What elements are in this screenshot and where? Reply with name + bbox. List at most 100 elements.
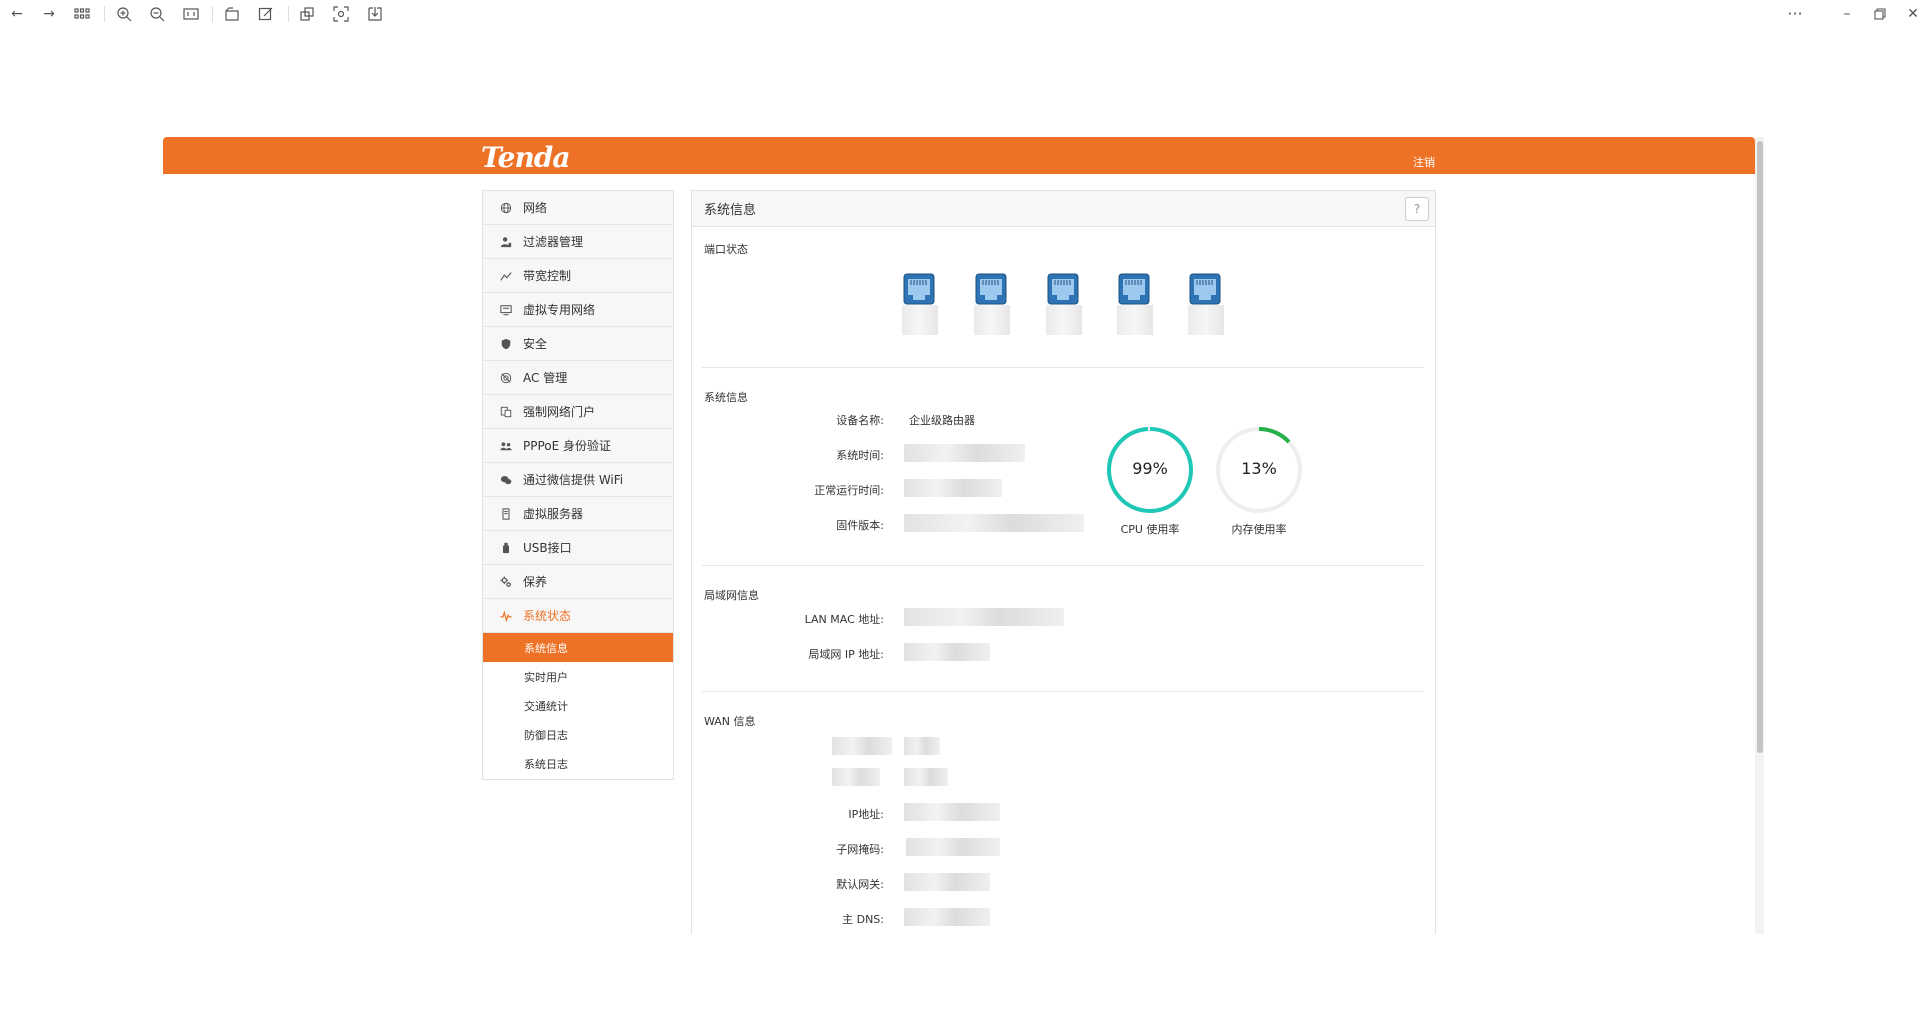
monitor-icon [499, 303, 513, 317]
lan-ip-value-redacted [904, 643, 990, 661]
default-gateway-value-redacted [904, 873, 990, 891]
uptime-label: 正常运行时间: [814, 484, 884, 497]
port-label-redacted [1117, 305, 1153, 335]
wan-status-value-redacted [904, 737, 940, 755]
primary-dns-label: 主 DNS: [842, 913, 884, 926]
user-filter-icon [499, 235, 513, 249]
usb-icon [499, 541, 513, 555]
device-name-value: 企业级路由器 [909, 414, 975, 427]
system-time-label: 系统时间: [836, 449, 884, 462]
sidebar-item-security[interactable]: 安全 [483, 327, 673, 361]
sidebar-item-system-status[interactable]: 系统状态 [483, 599, 673, 633]
submenu-item-system-info[interactable]: 系统信息 [483, 633, 673, 662]
submenu-item-realtime-users[interactable]: 实时用户 [483, 662, 673, 691]
sidebar-item-network[interactable]: 网络 [483, 191, 673, 225]
rotate-icon[interactable] [223, 6, 241, 22]
server-icon [499, 507, 513, 521]
sidebar-item-ac-management[interactable]: AC 管理 [483, 361, 673, 395]
lan-port [972, 273, 1010, 338]
scrollbar-thumb[interactable] [1757, 141, 1763, 753]
sidebar-item-virtual-server[interactable]: 虚拟服务器 [483, 497, 673, 531]
sidebar-item-usb[interactable]: USB接口 [483, 531, 673, 565]
grid-icon[interactable] [73, 6, 91, 22]
sidebar-item-pppoe[interactable]: PPPoE 身份验证 [483, 429, 673, 463]
sidebar-item-bandwidth[interactable]: 带宽控制 [483, 259, 673, 293]
ethernet-port-icon [903, 273, 935, 305]
sidebar-item-label: PPPoE 身份验证 [523, 439, 612, 453]
wan-port [1186, 273, 1224, 338]
lan-mac-value-redacted [904, 608, 1064, 626]
lan-info-title: 局域网信息 [704, 589, 759, 602]
device-name-label: 设备名称: [836, 414, 884, 427]
system-time-value-redacted [904, 444, 1025, 462]
shield-icon [499, 337, 513, 351]
pulse-icon [499, 609, 513, 623]
lan-mac-label: LAN MAC 地址: [804, 613, 884, 626]
sidebar-item-label: 虚拟服务器 [523, 507, 584, 521]
submenu-item-system-log[interactable]: 系统日志 [483, 749, 673, 778]
minimize-icon[interactable]: – [1838, 6, 1856, 22]
port-label-redacted [1046, 305, 1082, 335]
system-info-panel: 系统信息 ? 端口状态 系统信息 设备名称: 企业级路由器 系统时间: 正常运行… [691, 190, 1436, 934]
memory-usage-value: 13% [1241, 459, 1277, 478]
zoom-in-icon[interactable] [115, 6, 133, 22]
lan-port [1115, 273, 1153, 338]
crop-icon[interactable] [298, 6, 316, 22]
ac-icon [499, 371, 513, 385]
back-arrow-icon[interactable]: ← [8, 6, 26, 22]
submenu-system-status: 系统信息 实时用户 交通统计 防御日志 系统日志 [483, 633, 673, 778]
sidebar-item-vpn[interactable]: 虚拟专用网络 [483, 293, 673, 327]
toolbar-separator [104, 6, 105, 22]
toolbar-separator [288, 6, 289, 22]
submenu-item-defense-log[interactable]: 防御日志 [483, 720, 673, 749]
logout-link[interactable]: 注销 [1413, 154, 1435, 170]
firmware-label: 固件版本: [836, 519, 884, 532]
gear-icon [499, 575, 513, 589]
help-icon: ? [1413, 202, 1421, 216]
more-icon[interactable]: ··· [1786, 6, 1804, 22]
lan-port [1044, 273, 1082, 338]
ethernet-port-icon [1047, 273, 1079, 305]
sidebar: 网络 过滤器管理 带宽控制 虚拟专用网络 安全 AC 管理 强制网络门户 PPP… [482, 190, 674, 780]
uptime-value-redacted [904, 479, 1002, 497]
sidebar-item-filter[interactable]: 过滤器管理 [483, 225, 673, 259]
sidebar-item-label: USB接口 [523, 541, 572, 555]
toolbar-separator [212, 6, 213, 22]
save-icon[interactable] [366, 6, 384, 22]
forward-arrow-icon[interactable]: → [40, 6, 58, 22]
tenda-logo: Tenda [481, 141, 571, 174]
edit-icon[interactable] [257, 6, 275, 22]
page-title: 系统信息 [704, 203, 757, 218]
memory-usage-label: 内存使用率 [1231, 523, 1287, 536]
submenu-item-traffic-stats[interactable]: 交通统计 [483, 691, 673, 720]
sidebar-item-label: 带宽控制 [523, 269, 572, 283]
sidebar-item-label: 保养 [523, 575, 548, 589]
sidebar-item-wechat-wifi[interactable]: 通过微信提供 WiFi [483, 463, 673, 497]
sidebar-item-label: 安全 [523, 337, 548, 351]
help-button[interactable]: ? [1405, 197, 1429, 221]
pppoe-icon [499, 439, 513, 453]
sidebar-item-captive-portal[interactable]: 强制网络门户 [483, 395, 673, 429]
zoom-out-icon[interactable] [148, 6, 166, 22]
scan-icon[interactable] [332, 6, 350, 22]
port-label-redacted [902, 305, 938, 335]
port-label-redacted [974, 305, 1010, 335]
ethernet-port-icon [975, 273, 1007, 305]
lan-ip-label: 局域网 IP 地址: [808, 648, 884, 661]
sidebar-item-label: 过滤器管理 [523, 235, 584, 249]
port-label-redacted [1188, 305, 1224, 335]
wan-ip-label: IP地址: [848, 808, 884, 821]
ethernet-port-icon [1118, 273, 1150, 305]
top-bar: Tenda 注销 [163, 137, 1755, 174]
sidebar-item-label: 虚拟专用网络 [523, 303, 596, 317]
sidebar-item-label: AC 管理 [523, 371, 568, 385]
restore-icon[interactable] [1871, 6, 1889, 22]
sidebar-item-label: 强制网络门户 [523, 405, 596, 419]
sidebar-item-maintenance[interactable]: 保养 [483, 565, 673, 599]
close-icon[interactable]: ✕ [1904, 6, 1920, 22]
cpu-usage-value: 99% [1132, 459, 1168, 478]
system-info-title: 系统信息 [704, 391, 748, 404]
sidebar-item-label: 网络 [523, 201, 548, 215]
fit-icon[interactable] [182, 6, 200, 22]
port-status-title: 端口状态 [704, 243, 748, 256]
